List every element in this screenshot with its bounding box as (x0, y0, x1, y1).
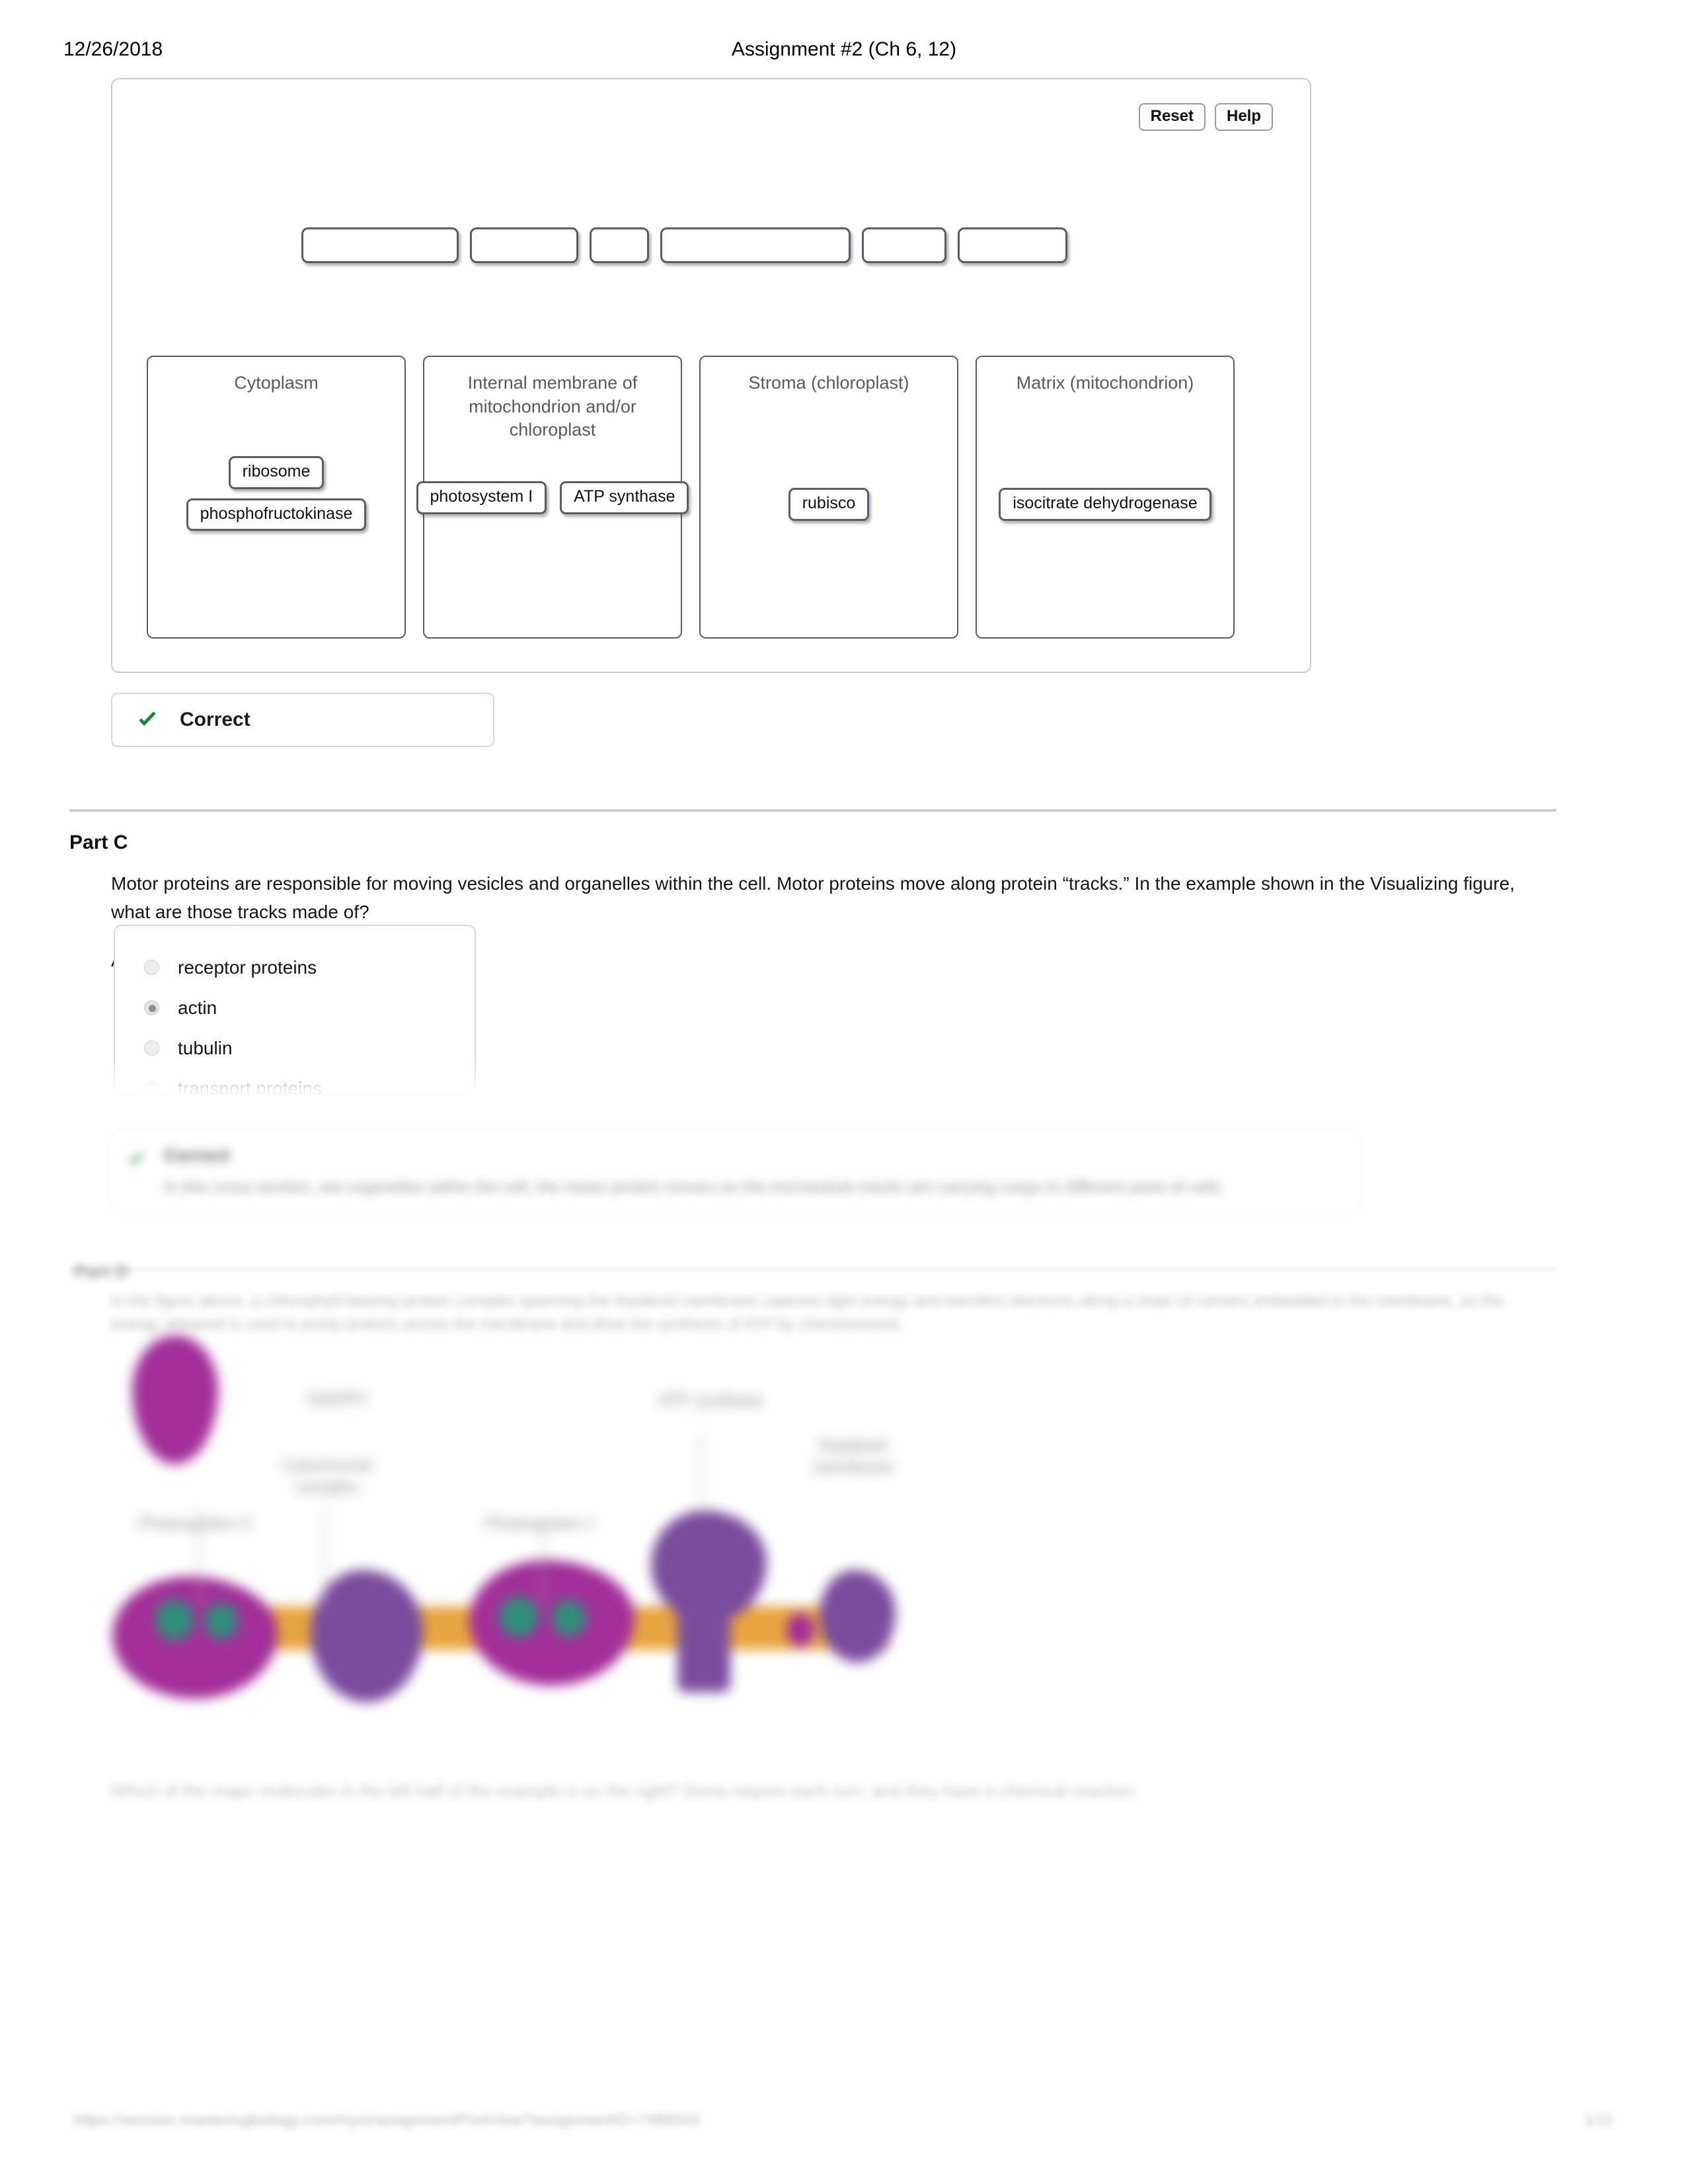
category-bin-4[interactable]: Matrix (mitochondrion) isocitrate dehydro… (976, 356, 1235, 639)
answer-option-4[interactable]: transport proteins (144, 1068, 475, 1095)
section-divider (69, 809, 1556, 812)
category-bin-title: Matrix (mitochondrion) (1016, 373, 1194, 393)
diagram-label-thylakoid-membrane: thylakoid membrane (811, 1435, 894, 1477)
panel-tools: Reset Help (1138, 103, 1273, 131)
draggable-term-chip[interactable]: ribosome (228, 456, 325, 489)
feedback-label: Correct (180, 709, 250, 730)
feedback-banner-part-b: Correct (111, 693, 494, 747)
atp-synthase-stalk-blob (677, 1580, 730, 1692)
category-bin-items: isocitrate dehydrogenase (977, 488, 1233, 521)
diagram-label-cytochrome: Cytochrome complex (280, 1455, 374, 1497)
radio-button[interactable] (144, 1000, 159, 1015)
drag-source-slot-2[interactable] (470, 227, 578, 263)
category-bin-title: Cytoplasm (234, 373, 319, 393)
drag-source-slot-1[interactable] (301, 227, 459, 263)
category-bin-title: Stroma (chloroplast) (748, 373, 909, 393)
drag-source-slot-3[interactable] (590, 227, 649, 263)
radio-button[interactable] (144, 1081, 159, 1094)
photosystem-ii-blob (112, 1577, 278, 1699)
diagram-caption: Which of the major molecules in the left… (111, 1781, 1138, 1801)
nadph-molecule-blob (132, 1335, 218, 1464)
answer-option-label: transport proteins (178, 1077, 322, 1095)
blurred-section-body: In the figure above, a chlorophyll-beari… (111, 1292, 1504, 1333)
answer-option-2[interactable]: actin (144, 988, 475, 1028)
footer-url: https://session.masteringbiology.com/myc… (74, 2111, 700, 2129)
answer-option-3[interactable]: tubulin (144, 1028, 475, 1068)
draggable-term-chip[interactable]: rubisco (788, 488, 870, 521)
draggable-term-chip[interactable]: phosphofructokinase (186, 498, 367, 531)
diagram-label-atp-synthase: ATP synthase (658, 1390, 763, 1410)
photosynthesis-diagram: NADPH Cytochrome complex Photosystem II … (112, 1335, 899, 1772)
answer-option-label: actin (178, 997, 217, 1018)
check-icon (136, 709, 159, 731)
leader-line-2 (324, 1507, 325, 1606)
cytochrome-complex-blob (311, 1570, 423, 1702)
category-bin-3[interactable]: Stroma (chloroplast) rubisco (699, 356, 958, 639)
print-header: 12/26/2018 Assignment #2 (Ch 6, 12) (0, 38, 1688, 71)
draggable-term-chip[interactable]: photosystem I (416, 481, 547, 514)
footer-page-number: 1/11 (1584, 2111, 1614, 2129)
answer-options-box: receptor proteins actin tubulin transport p… (114, 925, 476, 1095)
blurred-section-divider (69, 1268, 1556, 1270)
part-c-question: Motor proteins are responsible for movin… (111, 873, 1515, 922)
print-title: Assignment #2 (Ch 6, 12) (731, 38, 957, 60)
leader-line-4 (701, 1434, 702, 1514)
blurred-section-heading: Part D (74, 1261, 129, 1282)
drag-source-slot-row (301, 227, 1067, 263)
diagram-label-photosystem-ii: Photosystem II (138, 1513, 252, 1533)
drag-source-slot-4[interactable] (660, 227, 851, 263)
radio-button[interactable] (144, 1040, 159, 1056)
blurred-feedback-label: Correct (164, 1145, 230, 1165)
diagram-label-nadph: NADPH (307, 1389, 367, 1409)
check-icon (127, 1150, 145, 1169)
category-bin-items: ribosome phosphofructokinase (148, 456, 404, 531)
category-bin-title: Internal membrane of mitochondrion and/o… (467, 373, 638, 440)
diagram-label-photosystem-i: Photosystem I (484, 1513, 594, 1533)
answer-option-label: receptor proteins (178, 956, 317, 978)
answer-option-1[interactable]: receptor proteins (144, 947, 475, 988)
help-button[interactable]: Help (1214, 103, 1273, 131)
drag-source-slot-6[interactable] (958, 227, 1067, 263)
drag-source-slot-5[interactable] (862, 227, 946, 263)
category-bin-1[interactable]: Cytoplasm ribosome phosphofructokinase (147, 356, 406, 639)
part-c-heading: Part C (69, 832, 128, 853)
blurred-feedback-part-c: Correct In this cross-section, are organ… (111, 1128, 1360, 1215)
blurred-feedback-body: In this cross-section, are organelles wi… (164, 1178, 1222, 1196)
reset-button[interactable]: Reset (1138, 103, 1206, 131)
radio-button[interactable] (144, 960, 159, 975)
category-bin-row: Cytoplasm ribosome phosphofructokinase Inte… (147, 356, 1235, 639)
photosystem-i-blob (469, 1560, 634, 1686)
category-bin-items: rubisco (701, 488, 957, 521)
draggable-term-chip[interactable]: isocitrate dehydrogenase (999, 488, 1211, 521)
draggable-term-chip[interactable]: ATP synthase (560, 481, 689, 514)
answer-option-label: tubulin (178, 1037, 233, 1058)
category-bin-2[interactable]: Internal membrane of mitochondrion and/o… (416, 356, 689, 639)
category-bin-items: photosystem I ATP synthase (416, 481, 689, 514)
